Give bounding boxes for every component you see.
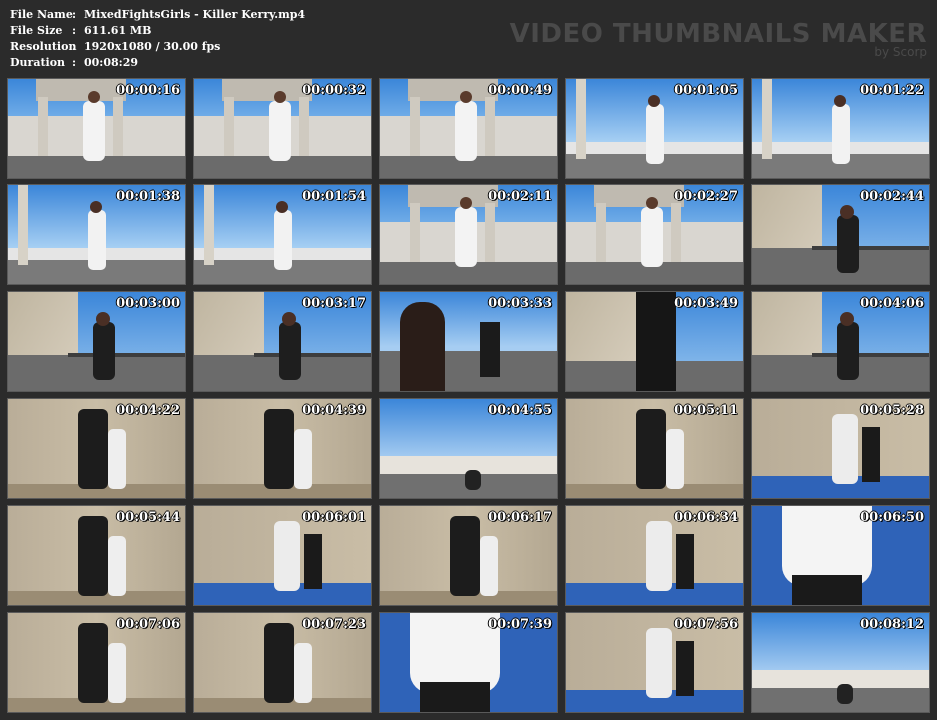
- video-thumbnail[interactable]: 00:05:44: [7, 505, 186, 606]
- thumbnail-timestamp: 00:00:49: [488, 83, 552, 98]
- thumbnail-timestamp: 00:05:28: [860, 403, 924, 418]
- thumbnail-timestamp: 00:06:17: [488, 510, 552, 525]
- video-thumbnail[interactable]: 00:01:22: [751, 78, 930, 179]
- thumbnail-timestamp: 00:08:12: [860, 617, 924, 632]
- thumbnail-timestamp: 00:03:00: [116, 296, 180, 311]
- thumbnail-timestamp: 00:02:44: [860, 189, 924, 204]
- video-thumbnail[interactable]: 00:03:49: [565, 291, 744, 392]
- thumbnail-timestamp: 00:07:23: [302, 617, 366, 632]
- video-thumbnail[interactable]: 00:02:11: [379, 184, 558, 285]
- thumbnail-timestamp: 00:00:32: [302, 83, 366, 98]
- video-thumbnail[interactable]: 00:03:33: [379, 291, 558, 392]
- video-thumbnail[interactable]: 00:06:50: [751, 505, 930, 606]
- video-thumbnail[interactable]: 00:04:39: [193, 398, 372, 499]
- thumbnail-timestamp: 00:02:11: [488, 189, 552, 204]
- video-thumbnail[interactable]: 00:03:17: [193, 291, 372, 392]
- thumbnail-timestamp: 00:03:49: [674, 296, 738, 311]
- video-thumbnail[interactable]: 00:07:06: [7, 612, 186, 713]
- video-thumbnail[interactable]: 00:00:16: [7, 78, 186, 179]
- video-thumbnail[interactable]: 00:03:00: [7, 291, 186, 392]
- thumbnail-timestamp: 00:07:56: [674, 617, 738, 632]
- video-thumbnail[interactable]: 00:01:05: [565, 78, 744, 179]
- video-thumbnail[interactable]: 00:05:28: [751, 398, 930, 499]
- video-thumbnail[interactable]: 00:06:17: [379, 505, 558, 606]
- video-thumbnail[interactable]: 00:04:06: [751, 291, 930, 392]
- video-thumbnail[interactable]: 00:04:55: [379, 398, 558, 499]
- thumbnail-timestamp: 00:01:22: [860, 83, 924, 98]
- thumbnail-timestamp: 00:03:17: [302, 296, 366, 311]
- video-thumbnail[interactable]: 00:07:56: [565, 612, 744, 713]
- thumbnail-timestamp: 00:04:39: [302, 403, 366, 418]
- video-thumbnail[interactable]: 00:04:22: [7, 398, 186, 499]
- video-thumbnail[interactable]: 00:07:23: [193, 612, 372, 713]
- video-thumbnail[interactable]: 00:06:34: [565, 505, 744, 606]
- video-thumbnail[interactable]: 00:06:01: [193, 505, 372, 606]
- thumbnail-timestamp: 00:07:39: [488, 617, 552, 632]
- video-thumbnail[interactable]: 00:01:38: [7, 184, 186, 285]
- thumbnail-timestamp: 00:02:27: [674, 189, 738, 204]
- video-thumbnail[interactable]: 00:01:54: [193, 184, 372, 285]
- video-thumbnail[interactable]: 00:08:12: [751, 612, 930, 713]
- video-thumbnail[interactable]: 00:02:27: [565, 184, 744, 285]
- thumbnail-timestamp: 00:01:05: [674, 83, 738, 98]
- video-thumbnail[interactable]: 00:00:49: [379, 78, 558, 179]
- thumbnail-timestamp: 00:05:11: [674, 403, 738, 418]
- thumbnail-timestamp: 00:04:06: [860, 296, 924, 311]
- thumbnail-grid: 00:00:16 00:00:32 00:00:49 00:01:05 00:0…: [0, 0, 937, 720]
- thumbnail-timestamp: 00:04:55: [488, 403, 552, 418]
- thumbnail-timestamp: 00:01:38: [116, 189, 180, 204]
- thumbnail-timestamp: 00:01:54: [302, 189, 366, 204]
- thumbnail-timestamp: 00:06:50: [860, 510, 924, 525]
- thumbnail-timestamp: 00:06:01: [302, 510, 366, 525]
- thumbnail-timestamp: 00:04:22: [116, 403, 180, 418]
- thumbnail-timestamp: 00:06:34: [674, 510, 738, 525]
- video-thumbnail[interactable]: 00:00:32: [193, 78, 372, 179]
- thumbnail-timestamp: 00:00:16: [116, 83, 180, 98]
- thumbnail-timestamp: 00:03:33: [488, 296, 552, 311]
- thumbnail-timestamp: 00:07:06: [116, 617, 180, 632]
- video-thumbnail[interactable]: 00:02:44: [751, 184, 930, 285]
- video-thumbnail[interactable]: 00:07:39: [379, 612, 558, 713]
- thumbnail-timestamp: 00:05:44: [116, 510, 180, 525]
- video-thumbnail[interactable]: 00:05:11: [565, 398, 744, 499]
